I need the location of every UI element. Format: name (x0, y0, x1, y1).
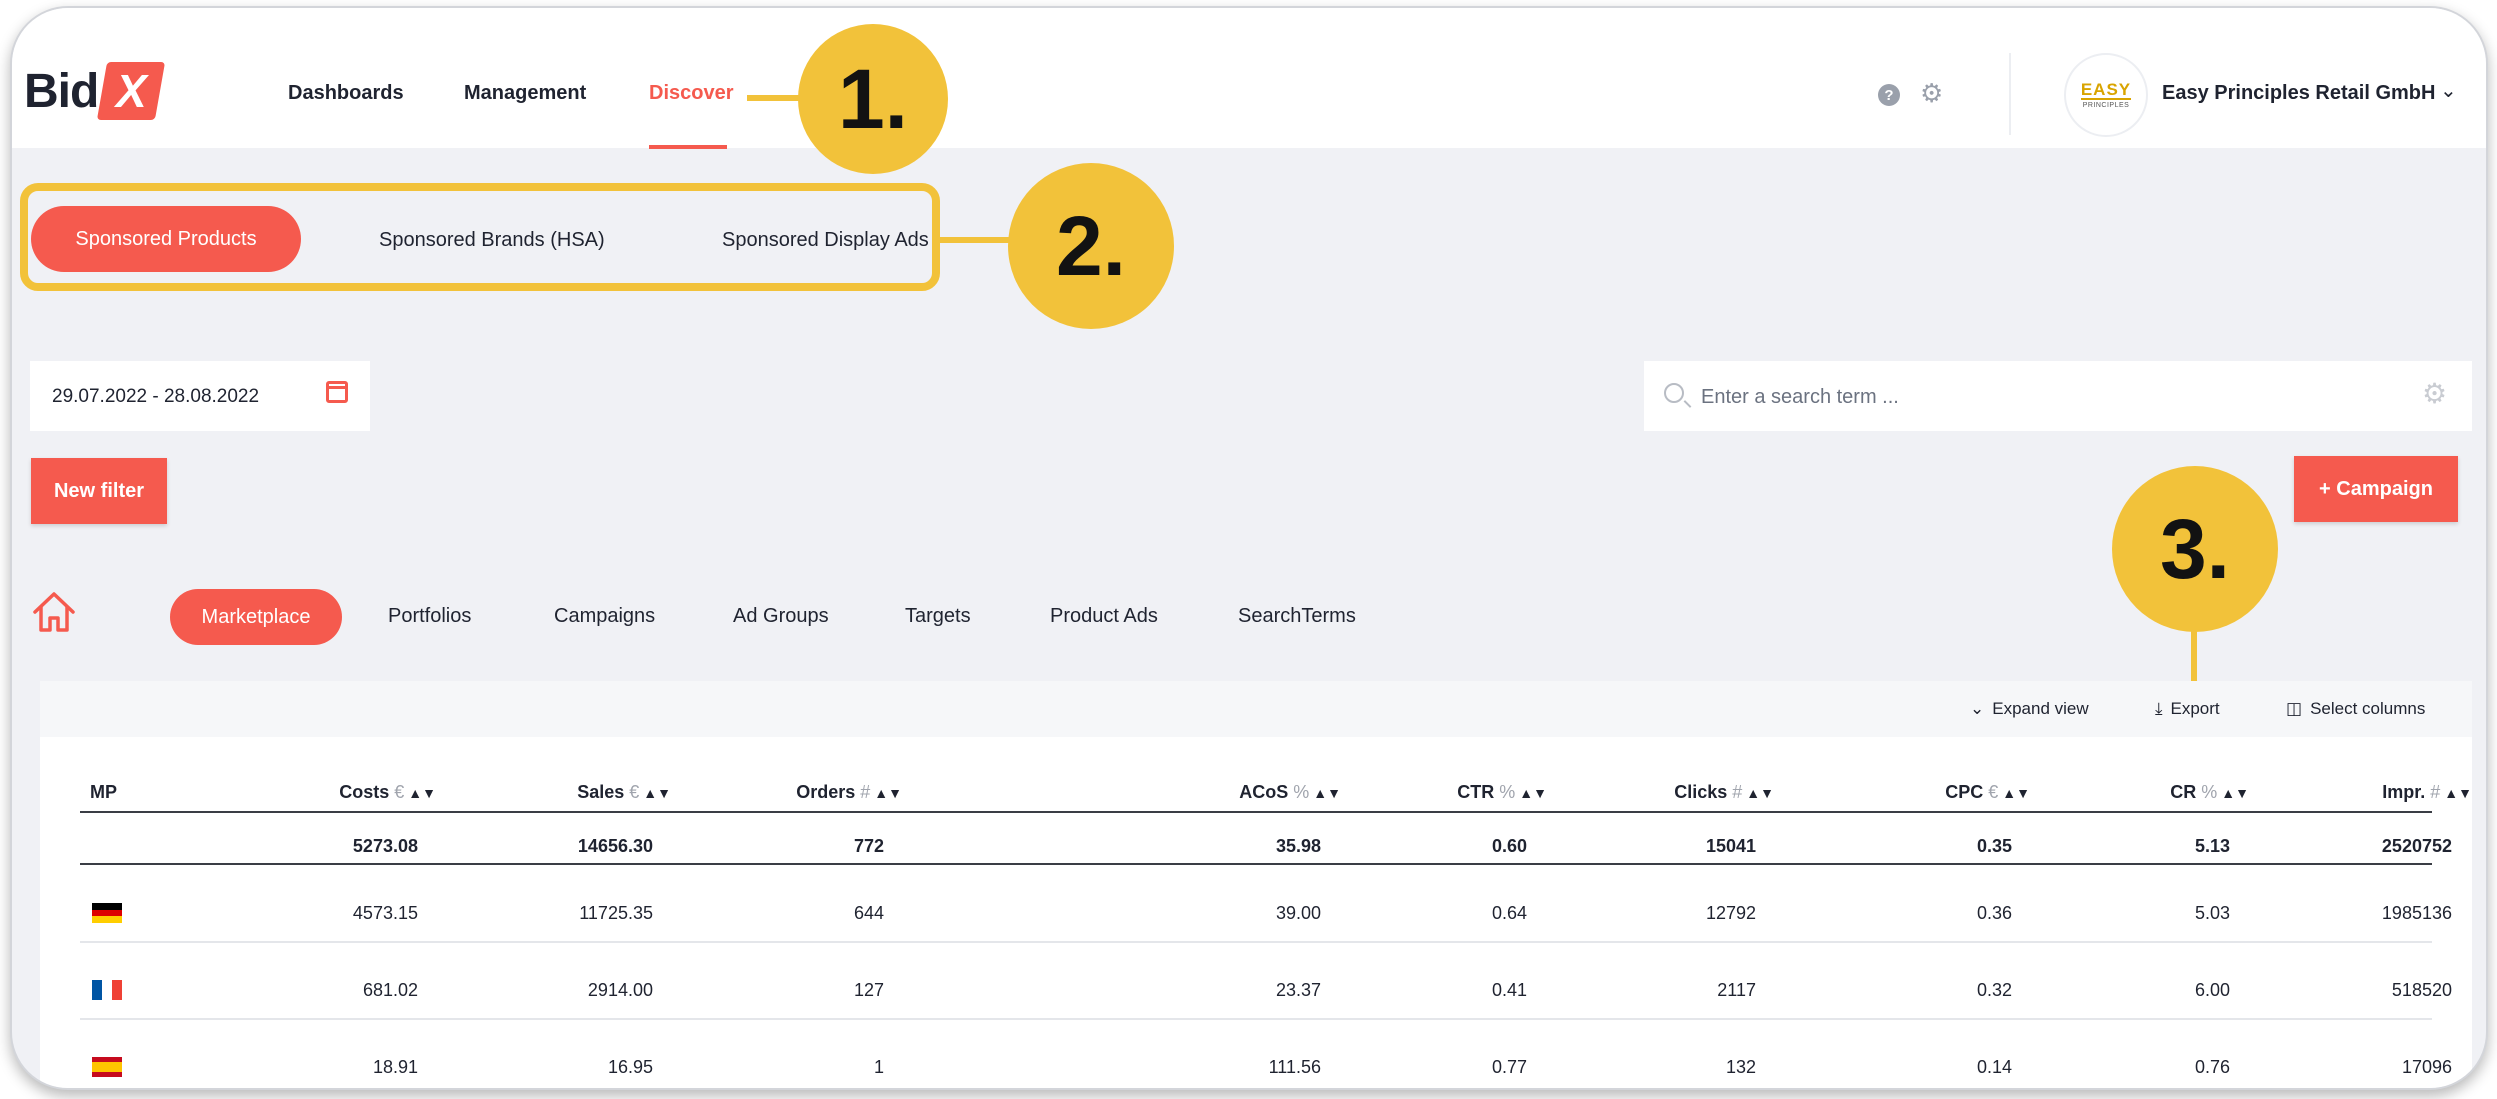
row-divider (80, 1018, 2432, 1020)
chevron-down-icon[interactable]: ⌄ (2440, 78, 2457, 103)
export-button[interactable]: ⤓ Export (2155, 699, 2220, 719)
nav-management[interactable]: Management (464, 82, 586, 105)
add-campaign-button[interactable]: + Campaign (2294, 456, 2458, 522)
date-range-picker[interactable]: 29.07.2022 - 28.08.2022 (30, 361, 370, 431)
tab-sponsored-brands[interactable]: Sponsored Brands (HSA) (379, 229, 605, 252)
column-header-cr[interactable]: CR % ▲▼ (2170, 782, 2249, 803)
bidx-logo[interactable]: Bid X (24, 60, 166, 122)
nav-discover[interactable]: Discover (649, 82, 734, 105)
sort-icon: ▲▼ (1519, 785, 1547, 801)
gear-icon[interactable]: ⚙ (1920, 80, 1943, 106)
sort-icon: ▲▼ (643, 785, 671, 801)
tab-search-terms[interactable]: SearchTerms (1238, 605, 1356, 628)
column-header-mp[interactable]: MP (90, 782, 117, 803)
row-divider (80, 941, 2432, 943)
new-filter-button[interactable]: New filter (31, 458, 167, 524)
column-header-costs[interactable]: Costs € ▲▼ (339, 782, 436, 803)
callout-1: 1. (798, 24, 948, 174)
tab-targets[interactable]: Targets (905, 605, 971, 628)
totals-divider (80, 863, 2432, 865)
tab-campaigns[interactable]: Campaigns (554, 605, 655, 628)
active-nav-indicator (649, 145, 727, 149)
company-avatar[interactable]: EASY PRINCIPLES (2064, 53, 2148, 137)
column-header-sales[interactable]: Sales € ▲▼ (577, 782, 671, 803)
expand-view-button[interactable]: ⌄ Expand view (1970, 699, 2089, 719)
search-input[interactable] (1699, 379, 2383, 415)
callout-3: 3. (2112, 466, 2278, 632)
date-range-value: 29.07.2022 - 28.08.2022 (52, 386, 260, 407)
header-divider (2009, 53, 2011, 135)
column-header-acos[interactable]: ACoS % ▲▼ (1239, 782, 1341, 803)
columns-icon: ◫ (2286, 699, 2303, 718)
tab-product-ads[interactable]: Product Ads (1050, 605, 1158, 628)
sort-icon: ▲▼ (1313, 785, 1341, 801)
search-box: ⚙ (1644, 361, 2472, 431)
calendar-icon[interactable] (326, 381, 348, 403)
callout-2-connector (938, 237, 1018, 243)
download-icon: ⤓ (2155, 699, 2163, 718)
tab-sponsored-products[interactable]: Sponsored Products (31, 206, 301, 272)
logo-x-mark: X (97, 62, 166, 120)
logo-text: Bid (24, 64, 99, 118)
nav-dashboards[interactable]: Dashboards (288, 82, 404, 105)
spain-flag-icon (92, 1057, 122, 1077)
tab-portfolios[interactable]: Portfolios (388, 605, 471, 628)
tab-sponsored-display[interactable]: Sponsored Display Ads (722, 229, 929, 252)
table-toolbar: ⌄ Expand view ⤓ Export ◫ Select columns (40, 681, 2472, 737)
top-navigation-bar: Bid X Dashboards Management Discover ? ⚙… (12, 8, 2486, 149)
chevron-down-icon: ⌄ (1970, 699, 1985, 718)
tab-marketplace[interactable]: Marketplace (170, 589, 342, 645)
header-divider (80, 811, 2432, 813)
column-header-impressions[interactable]: Impr. # ▲▼ (2382, 782, 2472, 803)
company-name[interactable]: Easy Principles Retail GmbH (2162, 82, 2435, 105)
app-window: Bid X Dashboards Management Discover ? ⚙… (10, 6, 2488, 1090)
sort-icon: ▲▼ (2221, 785, 2249, 801)
column-header-clicks[interactable]: Clicks # ▲▼ (1674, 782, 1774, 803)
tab-ad-groups[interactable]: Ad Groups (733, 605, 829, 628)
callout-2: 2. (1008, 163, 1174, 329)
select-columns-button[interactable]: ◫ Select columns (2286, 699, 2425, 719)
sort-icon: ▲▼ (2002, 785, 2030, 801)
search-settings-icon[interactable]: ⚙ (2422, 377, 2447, 410)
sort-icon: ▲▼ (2444, 785, 2472, 801)
marketplace-table-card: ⌄ Expand view ⤓ Export ◫ Select columns … (40, 681, 2472, 1088)
sort-icon: ▲▼ (1746, 785, 1774, 801)
search-icon (1664, 383, 1684, 403)
home-icon[interactable] (30, 588, 78, 636)
column-header-ctr[interactable]: CTR % ▲▼ (1457, 782, 1547, 803)
germany-flag-icon (92, 903, 122, 924)
column-header-cpc[interactable]: CPC € ▲▼ (1945, 782, 2030, 803)
france-flag-icon (92, 980, 122, 1000)
sort-icon: ▲▼ (408, 785, 436, 801)
column-header-orders[interactable]: Orders # ▲▼ (796, 782, 902, 803)
help-circle-icon[interactable]: ? (1878, 84, 1900, 106)
sort-icon: ▲▼ (874, 785, 902, 801)
